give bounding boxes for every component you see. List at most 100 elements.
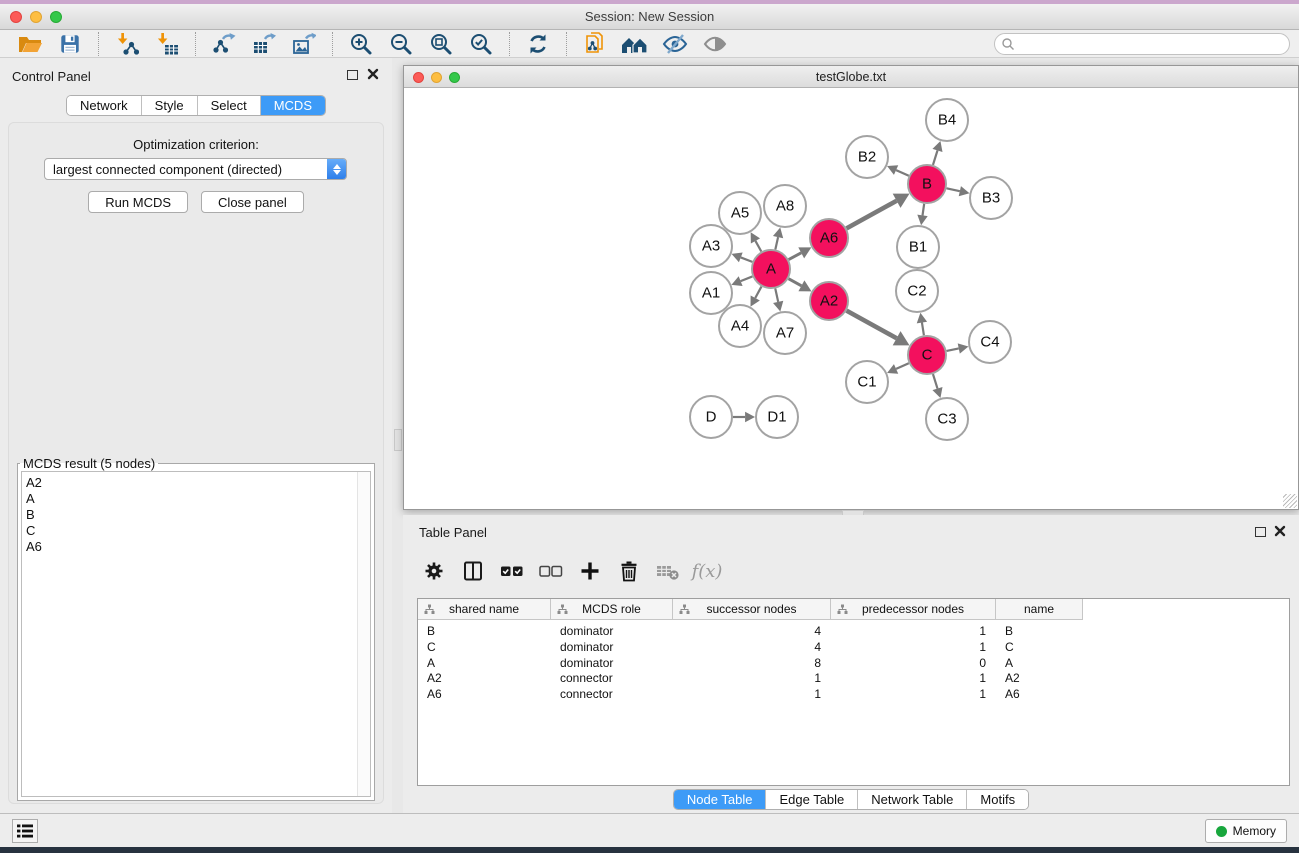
- graph-node-C[interactable]: C: [908, 336, 946, 374]
- graph-node-A5[interactable]: A5: [719, 192, 761, 234]
- result-item[interactable]: B: [22, 507, 370, 523]
- float-table-panel-button[interactable]: [1255, 527, 1266, 537]
- node-table[interactable]: shared nameMCDS rolesuccessor nodesprede…: [417, 598, 1290, 786]
- table-options-button[interactable]: [419, 557, 449, 585]
- tab-edge-table[interactable]: Edge Table: [766, 790, 858, 809]
- export-image-button[interactable]: [287, 31, 321, 57]
- search-input[interactable]: [1015, 35, 1289, 53]
- column-header-predecessor-nodes[interactable]: predecessor nodes: [831, 599, 996, 620]
- graph-node-B[interactable]: B: [908, 165, 946, 203]
- network-window-titlebar[interactable]: testGlobe.txt: [404, 66, 1298, 88]
- table-row[interactable]: Cdominator41C: [418, 640, 1289, 656]
- result-item[interactable]: A: [22, 491, 370, 507]
- edge-B-B3[interactable]: [947, 186, 970, 196]
- criterion-dropdown[interactable]: largest connected component (directed): [44, 158, 347, 180]
- graph-node-C4[interactable]: C4: [969, 321, 1011, 363]
- close-table-panel-button[interactable]: [1274, 525, 1286, 537]
- edge-B-B1[interactable]: [917, 204, 927, 225]
- edge-C-C3[interactable]: [932, 374, 942, 398]
- graph-node-A3[interactable]: A3: [690, 225, 732, 267]
- result-item[interactable]: C: [22, 523, 370, 539]
- show-panels-list-button[interactable]: [12, 819, 38, 843]
- edge-A-A2[interactable]: [789, 279, 812, 292]
- show-all-button[interactable]: [698, 31, 732, 57]
- edge-A-A7[interactable]: [773, 289, 783, 312]
- memory-button[interactable]: Memory: [1205, 819, 1287, 843]
- tab-network-table[interactable]: Network Table: [858, 790, 967, 809]
- resize-grip-icon[interactable]: [1283, 494, 1297, 508]
- graph-node-A4[interactable]: A4: [719, 305, 761, 347]
- refresh-button[interactable]: [521, 31, 555, 57]
- tab-network[interactable]: Network: [67, 96, 142, 115]
- zoom-in-button[interactable]: [344, 31, 378, 57]
- export-network-button[interactable]: [207, 31, 241, 57]
- table-row[interactable]: A6connector11A6: [418, 687, 1289, 703]
- graph-node-A6[interactable]: A6: [810, 219, 848, 257]
- edge-A-A8[interactable]: [773, 227, 783, 249]
- graph-node-D[interactable]: D: [690, 396, 732, 438]
- column-header-shared-name[interactable]: shared name: [418, 599, 551, 620]
- select-all-rows-button[interactable]: [497, 557, 527, 585]
- save-session-button[interactable]: [53, 31, 87, 57]
- open-session-button[interactable]: [13, 31, 47, 57]
- delete-column-button[interactable]: [614, 557, 644, 585]
- network-canvas[interactable]: B4 B2 B B3 A8A5 A6 A3 B1 A C2 A1 A2 A4A7 C4 C C1 C3 D D1: [404, 88, 1298, 509]
- column-header-name[interactable]: name: [996, 599, 1083, 620]
- result-item[interactable]: A2: [22, 475, 370, 491]
- edge-B-B4[interactable]: [932, 141, 942, 165]
- export-table-button[interactable]: [247, 31, 281, 57]
- edge-C-C1[interactable]: [887, 363, 909, 373]
- graph-node-A1[interactable]: A1: [690, 272, 732, 314]
- tab-mcds[interactable]: MCDS: [261, 96, 325, 115]
- edge-C-C4[interactable]: [947, 343, 969, 353]
- tab-motifs[interactable]: Motifs: [967, 790, 1028, 809]
- float-panel-button[interactable]: [347, 70, 358, 80]
- tab-node-table[interactable]: Node Table: [674, 790, 767, 809]
- edge-A2-C[interactable]: [847, 311, 910, 346]
- edge-B-B2[interactable]: [887, 165, 909, 175]
- graph-node-C2[interactable]: C2: [896, 270, 938, 312]
- column-header-MCDS-role[interactable]: MCDS role: [551, 599, 673, 620]
- tab-select[interactable]: Select: [198, 96, 261, 115]
- zoom-fit-button[interactable]: [424, 31, 458, 57]
- edge-A-A4[interactable]: [751, 287, 762, 307]
- graph-node-C1[interactable]: C1: [846, 361, 888, 403]
- zoom-selected-button[interactable]: [464, 31, 498, 57]
- graph-node-D1[interactable]: D1: [756, 396, 798, 438]
- deselect-all-rows-button[interactable]: [536, 557, 566, 585]
- graph-node-B1[interactable]: B1: [897, 226, 939, 268]
- zoom-out-button[interactable]: [384, 31, 418, 57]
- result-item[interactable]: A6: [22, 539, 370, 555]
- edge-A-A6[interactable]: [789, 247, 812, 259]
- graph-node-A[interactable]: A: [752, 250, 790, 288]
- close-panel-button-mcds[interactable]: Close panel: [201, 191, 304, 213]
- graph-node-C3[interactable]: C3: [926, 398, 968, 440]
- graph-node-B4[interactable]: B4: [926, 99, 968, 141]
- import-network-button[interactable]: [110, 31, 144, 57]
- table-row[interactable]: A2connector11A2: [418, 671, 1289, 687]
- table-row[interactable]: Bdominator41B: [418, 624, 1289, 640]
- column-browser-button[interactable]: [458, 557, 488, 585]
- delete-table-button[interactable]: [653, 557, 683, 585]
- clone-network-button[interactable]: [578, 31, 612, 57]
- graph-node-A2[interactable]: A2: [810, 282, 848, 320]
- vertical-split-handle[interactable]: [394, 429, 402, 451]
- add-column-button[interactable]: [575, 557, 605, 585]
- edge-D-D1[interactable]: [733, 412, 755, 422]
- graph-node-A7[interactable]: A7: [764, 312, 806, 354]
- run-mcds-button[interactable]: Run MCDS: [88, 191, 188, 213]
- edge-A-A1[interactable]: [731, 276, 752, 286]
- graph-node-A8[interactable]: A8: [764, 185, 806, 227]
- scrollbar-track[interactable]: [357, 472, 370, 796]
- table-row[interactable]: Adominator80A: [418, 656, 1289, 672]
- function-builder-button[interactable]: f(x): [692, 557, 722, 585]
- edge-A-A5[interactable]: [751, 232, 762, 251]
- graph-node-B2[interactable]: B2: [846, 136, 888, 178]
- hide-selected-button[interactable]: [658, 31, 692, 57]
- close-panel-button[interactable]: [367, 68, 379, 80]
- edge-C-C2[interactable]: [917, 313, 927, 336]
- edge-A-A3[interactable]: [732, 253, 753, 263]
- edge-A6-B[interactable]: [847, 194, 910, 229]
- graph-node-B3[interactable]: B3: [970, 177, 1012, 219]
- column-header-successor-nodes[interactable]: successor nodes: [673, 599, 831, 620]
